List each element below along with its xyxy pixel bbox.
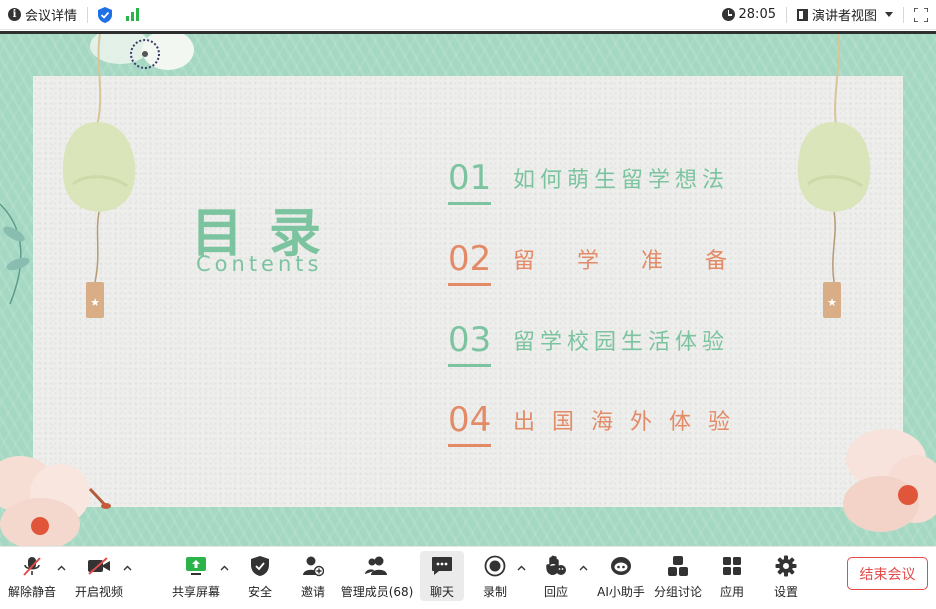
info-icon: i [8, 8, 21, 21]
camera-off-icon [87, 554, 111, 578]
manage-members-button[interactable]: 管理成员(68) [340, 551, 414, 601]
toc-underline [448, 202, 491, 205]
signal-strength-icon[interactable] [126, 8, 140, 21]
toc-text: 留 学 准 备 [513, 249, 738, 274]
record-options-chevron[interactable] [516, 563, 526, 573]
shield-icon [248, 554, 272, 578]
shared-screen-stage: ★ ★ 目录 Contents 01 如何萌生留学想法 02 留 学 准 备 0… [0, 31, 936, 546]
apps-grid-icon [720, 554, 744, 578]
toc-number: 03 [448, 320, 492, 360]
toc-text: 如何萌生留学想法 [513, 168, 730, 193]
video-options-chevron[interactable] [122, 563, 132, 573]
share-screen-button[interactable]: 共享屏幕 [170, 551, 222, 601]
meeting-timer: 28:05 [721, 7, 776, 22]
breakout-label: 分组讨论 [654, 585, 703, 599]
chat-icon [430, 554, 454, 578]
invite-button[interactable]: 邀请 [295, 551, 331, 601]
meeting-toolbar: 解除静音 开启视频 共享屏幕 安全 邀请 管理成员(68) 聊天 录制 回应 A… [0, 546, 936, 609]
apps-label: 应用 [719, 585, 744, 599]
gear-icon [774, 554, 798, 578]
record-label: 录制 [482, 585, 507, 599]
breakout-button[interactable]: 分组讨论 [654, 551, 702, 601]
reaction-options-chevron[interactable] [578, 563, 588, 573]
settings-button[interactable]: 设置 [768, 551, 804, 601]
meeting-info-label: 会议详情 [25, 9, 78, 24]
mic-muted-icon [20, 554, 44, 578]
toc-item-1: 01 如何萌生留学想法 [448, 158, 768, 208]
toc-underline [448, 364, 491, 367]
add-user-icon [301, 554, 325, 578]
ai-assistant-label: AI小助手 [597, 585, 645, 599]
security-label: 安全 [247, 585, 272, 599]
divider [87, 6, 89, 23]
start-video-label: 开启视频 [74, 585, 123, 599]
reaction-label: 回应 [543, 585, 568, 599]
caret-down-icon [885, 12, 893, 17]
toc-underline [448, 283, 491, 286]
invite-label: 邀请 [300, 585, 325, 599]
view-mode-label: 演讲者视图 [811, 9, 877, 24]
ai-assistant-icon [609, 554, 633, 578]
record-button[interactable]: 录制 [477, 551, 513, 601]
start-video-button[interactable]: 开启视频 [74, 551, 124, 601]
chat-button[interactable]: 聊天 [420, 551, 464, 601]
toc-item-4: 04 出国海外体验 [448, 400, 768, 450]
timer-text: 28:05 [738, 7, 776, 22]
view-mode-dropdown[interactable]: 演讲者视图 [796, 5, 893, 24]
toc-number: 02 [448, 239, 492, 279]
breakout-rooms-icon [666, 554, 690, 578]
toc-underline [448, 444, 491, 447]
toc-item-2: 02 留 学 准 备 [448, 239, 768, 289]
divider [785, 6, 787, 23]
meeting-info-button[interactable]: i 会议详情 [8, 5, 77, 24]
members-icon [365, 554, 389, 578]
toc-number: 04 [448, 400, 492, 440]
ai-assistant-button[interactable]: AI小助手 [597, 551, 645, 601]
reaction-button[interactable]: 回应 [538, 551, 574, 601]
unmute-button[interactable]: 解除静音 [8, 551, 56, 601]
share-options-chevron[interactable] [219, 563, 229, 573]
apps-button[interactable]: 应用 [714, 551, 750, 601]
shield-check-icon[interactable] [98, 6, 113, 23]
share-screen-label: 共享屏幕 [171, 585, 220, 599]
fullscreen-icon[interactable] [914, 7, 928, 22]
settings-label: 设置 [773, 585, 798, 599]
layout-view-icon [796, 8, 808, 21]
share-screen-icon [184, 554, 208, 578]
hand-raise-icon [544, 554, 568, 578]
toc-text: 留学校园生活体验 [513, 330, 730, 355]
toc-text: 出国海外体验 [513, 410, 748, 435]
chat-label: 聊天 [429, 585, 454, 599]
clock-icon [721, 8, 735, 21]
record-icon [483, 554, 507, 578]
toc-number: 01 [448, 158, 492, 198]
manage-members-label: 管理成员(68) [340, 585, 414, 599]
slide-subtitle: Contents [196, 252, 323, 276]
unmute-label: 解除静音 [8, 585, 57, 599]
end-meeting-button[interactable]: 结束会议 [847, 557, 928, 590]
divider [903, 6, 904, 23]
security-button[interactable]: 安全 [242, 551, 278, 601]
audio-options-chevron[interactable] [56, 563, 66, 573]
top-bar: i 会议详情 28:05 演讲者视图 [0, 0, 936, 30]
toc-item-3: 03 留学校园生活体验 [448, 320, 768, 370]
